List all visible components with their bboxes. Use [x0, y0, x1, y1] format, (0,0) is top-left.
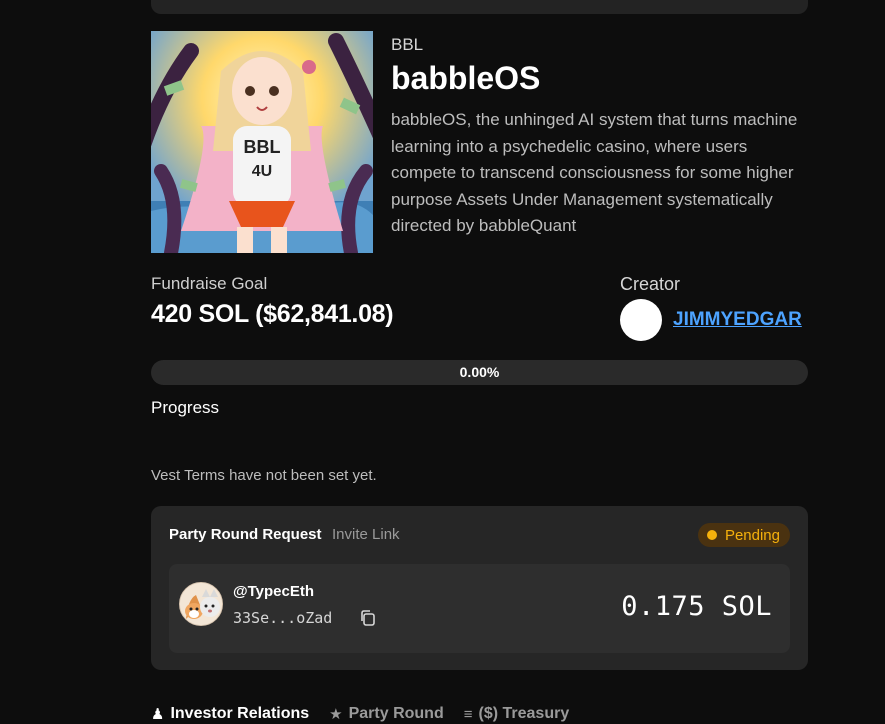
request-handle[interactable]: @TypecEth — [233, 583, 314, 600]
copy-icon[interactable] — [359, 609, 377, 627]
tab-party-round[interactable]: ★ Party Round — [329, 704, 444, 724]
status-badge: Pending — [697, 523, 790, 547]
progress-percent: 0.00% — [459, 364, 500, 380]
party-round-title: Party Round Request — [169, 526, 322, 543]
creator-link[interactable]: JIMMYEDGAR — [673, 309, 802, 331]
invite-link[interactable]: Invite Link — [332, 526, 400, 543]
token-name: babbleOS — [391, 60, 541, 96]
tab-label: Party Round — [348, 705, 444, 722]
creator-avatar[interactable] — [620, 299, 662, 341]
people-icon: ♟ — [151, 706, 165, 723]
shirt-text-top: BBL — [244, 137, 281, 157]
status-text: Pending — [724, 526, 780, 544]
section-tabs: ♟ Investor Relations ★ Party Round ≡ ($)… — [151, 704, 569, 724]
vest-terms-note: Vest Terms have not been set yet. — [151, 467, 377, 484]
tab-label: ($) Treasury — [478, 705, 570, 722]
status-dot-icon — [706, 530, 717, 540]
token-description: babbleOS, the unhinged AI system that tu… — [391, 110, 798, 235]
shirt-text-bottom: 4U — [252, 163, 272, 180]
stack-icon: ≡ — [463, 705, 473, 723]
previous-card — [151, 0, 808, 14]
tab-investor-relations[interactable]: ♟ Investor Relations — [151, 704, 309, 724]
star-icon: ★ — [329, 706, 343, 723]
token-image: BBL 4U — [151, 31, 373, 253]
party-round-card: Party Round Request Invite Link Pending … — [151, 506, 808, 670]
tab-label: Investor Relations — [170, 705, 310, 722]
progress-label: Progress — [151, 398, 220, 417]
tab-treasury[interactable]: ≡ ($) Treasury — [464, 704, 569, 724]
request-row: @TypecEth 33Se...oZad 0.175 SOL — [169, 564, 790, 653]
user-avatar[interactable] — [179, 582, 223, 626]
token-ticker: BBL — [391, 35, 424, 54]
request-address: 33Se...oZad — [233, 609, 333, 627]
request-amount: 0.175 SOL — [621, 591, 772, 622]
progress-bar: 0.00% — [151, 360, 808, 385]
creator-label: Creator — [620, 274, 681, 294]
fundraise-goal-label: Fundraise Goal — [151, 274, 268, 293]
fundraise-goal-value: 420 SOL ($62,841.08) — [151, 300, 394, 328]
